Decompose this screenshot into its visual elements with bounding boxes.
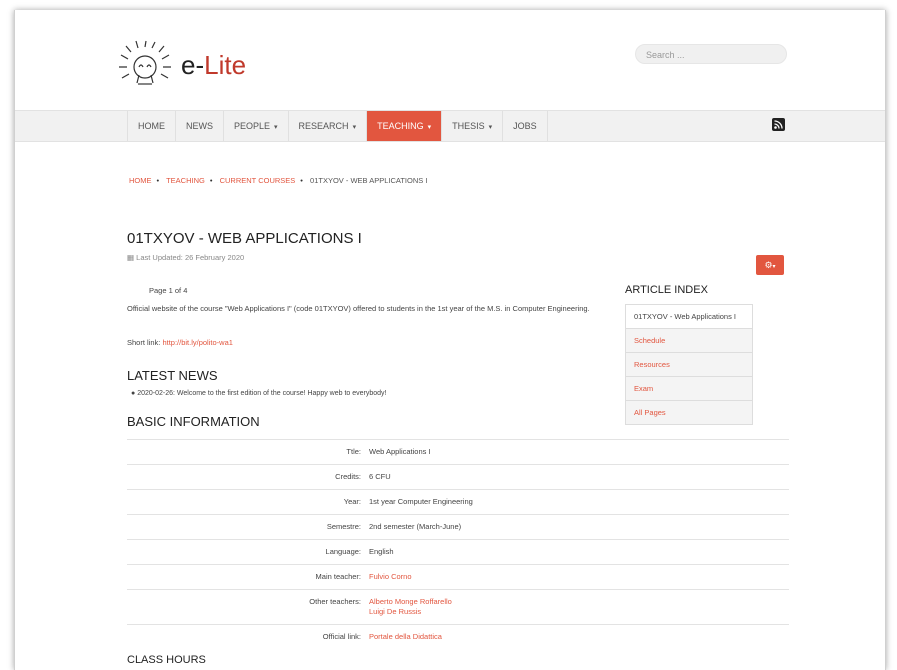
official-link[interactable]: Portale della Didattica xyxy=(369,632,785,642)
lightbulb-logo-icon xyxy=(119,40,171,85)
article-index-item[interactable]: Resources xyxy=(626,352,752,376)
article-tools-button[interactable]: ⚙▾ xyxy=(756,255,784,275)
table-row: Language: English xyxy=(127,539,789,565)
nav-item-home[interactable]: HOME xyxy=(127,111,176,141)
table-row: Other teachers: Alberto Monge Roffarello L… xyxy=(127,589,789,625)
rss-icon[interactable] xyxy=(772,118,785,131)
article-index: 01TXYOV - Web Applications I Schedule Re… xyxy=(625,304,753,425)
main-navbar: HOME NEWS PEOPLE ▾ RESEARCH ▾ TEACHING ▾ TH… xyxy=(15,110,885,142)
last-updated: ▦ Last Updated: 26 February 2020 xyxy=(127,253,245,262)
site-logo[interactable]: e-Lite xyxy=(115,40,285,90)
page-title: 01TXYOV - WEB APPLICATIONS I xyxy=(127,230,362,247)
nav-item-news[interactable]: NEWS xyxy=(176,111,224,141)
article-index-item[interactable]: 01TXYOV - Web Applications I xyxy=(626,305,752,328)
article-index-item[interactable]: Schedule xyxy=(626,328,752,352)
nav-item-teaching[interactable]: TEACHING ▾ xyxy=(367,111,443,141)
breadcrumb-current-courses[interactable]: CURRENT COURSES xyxy=(220,176,296,185)
article-index-item[interactable]: Exam xyxy=(626,376,752,400)
short-link-url[interactable]: http://bit.ly/polito-wa1 xyxy=(162,338,232,347)
main-teacher-link[interactable]: Fulvio Corno xyxy=(369,572,785,582)
short-link: Short link: http://bit.ly/polito-wa1 xyxy=(127,338,233,347)
chevron-down-icon: ▾ xyxy=(488,124,493,131)
other-teacher-link[interactable]: Luigi De Russis xyxy=(369,607,785,617)
breadcrumb-teaching[interactable]: TEACHING xyxy=(166,176,205,185)
table-row: Ttle: Web Applications I xyxy=(127,439,789,465)
chevron-down-icon: ▾ xyxy=(427,124,432,131)
page-number: Page 1 of 4 xyxy=(149,286,188,295)
search-input[interactable]: Search ... xyxy=(635,44,787,64)
table-row: Year: 1st year Computer Engineering xyxy=(127,489,789,515)
class-hours-heading: CLASS HOURS xyxy=(127,654,206,666)
nav-item-thesis[interactable]: THESIS ▾ xyxy=(442,111,504,141)
nav-item-research[interactable]: RESEARCH ▾ xyxy=(289,111,368,141)
chevron-down-icon: ▾ xyxy=(274,124,278,131)
calendar-icon: ▦ xyxy=(127,253,137,262)
basic-info-table: Ttle: Web Applications I Credits: 6 CFU Ye… xyxy=(127,439,789,649)
basic-info-heading: BASIC INFORMATION xyxy=(127,414,260,429)
breadcrumb: HOME • TEACHING • CURRENT COURSES • 01TXYOV… xyxy=(129,176,428,185)
latest-news-heading: LATEST NEWS xyxy=(127,368,218,383)
breadcrumb-current: 01TXYOV - WEB APPLICATIONS I xyxy=(310,176,428,185)
page: e-Lite Search ... HOME NEWS PEOPLE ▾ RESE… xyxy=(14,10,886,670)
nav-menu: HOME NEWS PEOPLE ▾ RESEARCH ▾ TEACHING ▾ TH… xyxy=(127,111,548,141)
other-teacher-link[interactable]: Alberto Monge Roffarello xyxy=(369,597,785,607)
chevron-down-icon: ▾ xyxy=(772,264,776,270)
table-row: Semestre: 2nd semester (March-June) xyxy=(127,514,789,540)
nav-item-people[interactable]: PEOPLE ▾ xyxy=(224,111,289,141)
gear-icon: ⚙ xyxy=(764,260,773,270)
breadcrumb-home[interactable]: HOME xyxy=(129,176,152,185)
table-row: Official link: Portale della Didattica xyxy=(127,624,789,649)
table-row: Credits: 6 CFU xyxy=(127,464,789,490)
article-index-heading: ARTICLE INDEX xyxy=(625,284,708,296)
logo-text: e-Lite xyxy=(181,50,247,80)
course-intro: Official website of the course "Web Appl… xyxy=(127,304,590,313)
table-row: Main teacher: Fulvio Corno xyxy=(127,564,789,590)
article-index-item[interactable]: All Pages xyxy=(626,400,752,424)
nav-item-jobs[interactable]: JOBS xyxy=(503,111,548,141)
news-item: ● 2020-02-26: Welcome to the first editi… xyxy=(131,390,387,397)
chevron-down-icon: ▾ xyxy=(352,124,357,131)
